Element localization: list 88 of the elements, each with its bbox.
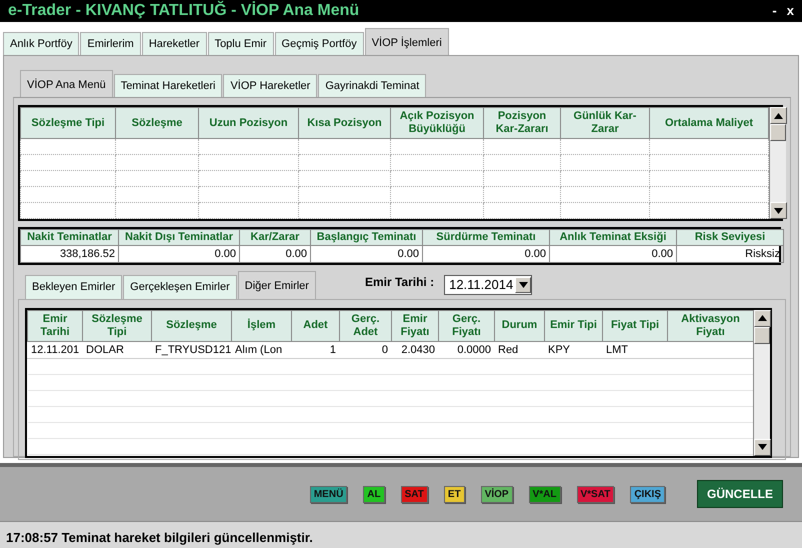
column-header: Nakit Teminatlar — [20, 229, 118, 245]
tab[interactable]: Gerçekleşen Emirler — [123, 275, 237, 298]
close-button[interactable]: x — [786, 1, 794, 21]
window-title: e-Trader - KIVANÇ TATLITUĞ - VİOP Ana Menü — [8, 0, 360, 21]
column-header[interactable]: Emir Tipi — [544, 310, 602, 341]
tab[interactable]: Bekleyen Emirler — [25, 275, 122, 298]
scrollbar[interactable] — [753, 310, 770, 456]
table-cell: 12.11.201 — [28, 341, 82, 358]
table-cell: DOLAR — [82, 341, 152, 358]
column-header: Sürdürme Teminatı — [422, 229, 550, 245]
down-arrow-icon — [774, 208, 783, 214]
column-header[interactable]: Kısa Pozisyon — [298, 108, 390, 138]
scroll-down-button[interactable] — [754, 438, 771, 456]
date-dropdown[interactable]: 12.11.2014 — [444, 274, 532, 294]
toolbar-button[interactable]: ÇIKIŞ — [630, 486, 665, 502]
table-cell: 0.00 — [240, 245, 310, 262]
column-header[interactable]: Pozisyon Kar-Zararı — [484, 108, 560, 138]
column-header[interactable]: Emir Tarihi — [28, 310, 82, 341]
dropdown-button[interactable] — [515, 276, 532, 292]
up-arrow-icon — [774, 112, 783, 118]
table-cell: 0.00 — [550, 245, 676, 262]
date-label: Emir Tarihi : — [364, 274, 434, 290]
column-header[interactable]: Sözleşme — [152, 310, 232, 341]
toolbar-button[interactable]: SAT — [400, 486, 428, 502]
down-arrow-icon — [758, 444, 767, 450]
table-cell: 338,186.52 — [20, 245, 118, 262]
table-cell: F_TRYUSD121 — [152, 341, 232, 358]
tab[interactable]: Emirlerim — [80, 32, 141, 55]
toolbar-button[interactable]: AL — [363, 486, 385, 502]
scrollbar[interactable] — [769, 107, 786, 219]
scroll-thumb[interactable] — [754, 326, 770, 344]
column-header[interactable]: Adet — [292, 310, 340, 341]
tab[interactable]: Teminat Hareketleri — [114, 74, 222, 97]
toolbar-button[interactable]: MENÜ — [310, 486, 348, 502]
tab[interactable]: Gayrinakdi Teminat — [318, 74, 426, 97]
column-header[interactable]: Fiyat Tipi — [602, 310, 668, 341]
status-bar: 17:08:57 Teminat hareket bilgileri güncellenmiştir. — [0, 521, 802, 548]
column-header: Kar/Zarar — [240, 229, 310, 245]
column-header: Nakit Dışı Teminatlar — [118, 229, 240, 245]
column-header: Risk Seviyesi — [676, 229, 784, 245]
table-cell: Alım (Lon — [232, 341, 292, 358]
column-header[interactable]: Sözleşme — [116, 108, 198, 138]
toolbar-button[interactable]: ET — [444, 486, 465, 502]
scroll-up-button[interactable] — [754, 310, 771, 326]
scroll-up-button[interactable] — [770, 107, 787, 124]
minimize-button[interactable]: - — [772, 1, 777, 21]
update-button[interactable]: GÜNCELLE — [697, 480, 783, 508]
up-arrow-icon — [758, 315, 767, 321]
table-cell: LMT — [602, 341, 668, 358]
toolbar-button[interactable]: V*SAT — [576, 486, 614, 502]
column-header: Başlangıç Teminatı — [310, 229, 422, 245]
column-header[interactable]: Aktivasyon Fiyatı — [668, 310, 753, 341]
tab[interactable]: VİOP Ana Menü — [20, 70, 113, 97]
column-header[interactable]: Sözleşme Tipi — [20, 108, 116, 138]
tab[interactable]: VİOP İşlemleri — [364, 28, 449, 55]
column-header[interactable]: İşlem — [232, 310, 292, 341]
toolbar-button[interactable]: V*AL — [528, 486, 560, 502]
scroll-thumb[interactable] — [770, 124, 786, 141]
tab[interactable]: Anlık Portföy — [3, 32, 80, 55]
table-cell: 0 — [340, 341, 392, 358]
table-cell: 0.00 — [118, 245, 240, 262]
column-header: Anlık Teminat Eksiği — [550, 229, 676, 245]
column-header[interactable]: Açık Pozisyon Büyüklüğü — [390, 108, 484, 138]
table-cell: 1 — [292, 341, 340, 358]
column-header[interactable]: Uzun Pozisyon — [198, 108, 298, 138]
tab[interactable]: Geçmiş Portföy — [274, 32, 364, 55]
tab[interactable]: Toplu Emir — [208, 32, 274, 55]
tab[interactable]: VİOP Hareketler — [223, 74, 318, 97]
column-header[interactable]: Sözleşme Tipi — [82, 310, 152, 341]
down-arrow-icon — [518, 282, 528, 288]
table-cell: 2.0430 — [392, 341, 438, 358]
table-cell: Red — [494, 341, 544, 358]
column-header[interactable]: Gerç. Adet — [340, 310, 392, 341]
scroll-down-button[interactable] — [770, 202, 787, 219]
table-cell: 0.0000 — [438, 341, 494, 358]
tab[interactable]: Diğer Emirler — [238, 271, 316, 298]
toolbar-button[interactable]: VİOP — [480, 486, 513, 502]
tab[interactable]: Hareketler — [142, 32, 207, 55]
column-header[interactable]: Emir Fiyatı — [392, 310, 438, 341]
table-cell: 0.00 — [310, 245, 422, 262]
table-cell: KPY — [544, 341, 602, 358]
column-header[interactable]: Gerç. Fiyatı — [438, 310, 494, 341]
column-header[interactable]: Ortalama Maliyet — [650, 108, 768, 138]
table-cell: 0.00 — [422, 245, 550, 262]
column-header[interactable]: Durum — [494, 310, 544, 341]
date-value: 12.11.2014 — [449, 276, 514, 294]
column-header[interactable]: Günlük Kar-Zarar — [560, 108, 650, 138]
table-cell: Risksiz — [676, 245, 784, 262]
